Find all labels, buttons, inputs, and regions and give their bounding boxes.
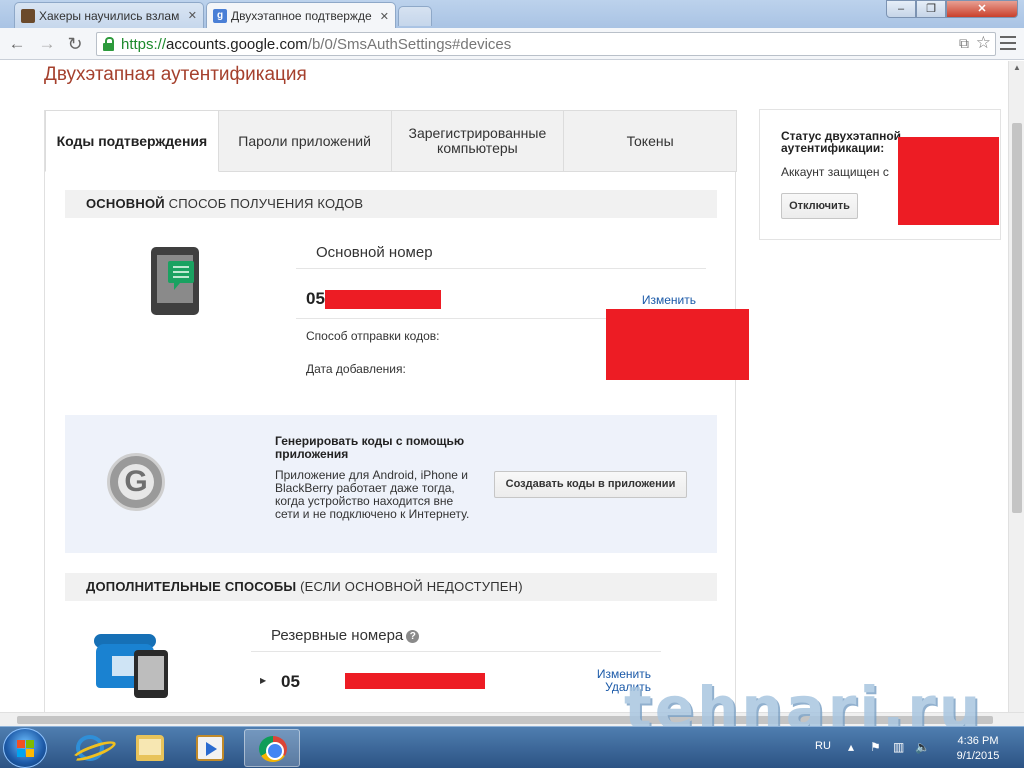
- help-icon[interactable]: ?: [406, 630, 420, 643]
- forward-arrow-icon[interactable]: →: [36, 33, 58, 55]
- tab-registered-computers[interactable]: Зарегистрированные компьютеры: [391, 110, 565, 172]
- divider: [296, 268, 706, 269]
- maximize-button[interactable]: ❐: [916, 0, 946, 18]
- sms-phone-icon: [151, 247, 199, 315]
- redaction-block: [898, 137, 999, 225]
- tab-app-passwords[interactable]: Пароли приложений: [218, 110, 392, 172]
- scroll-thumb[interactable]: [1012, 123, 1022, 513]
- close-tab-icon[interactable]: ✕: [380, 10, 389, 23]
- send-method-label: Способ отправки кодов:: [306, 329, 440, 343]
- tab-title: Хакеры научились взлам: [39, 8, 180, 23]
- scroll-up-icon[interactable]: ▲: [1009, 63, 1024, 72]
- disable-button[interactable]: Отключить: [781, 193, 858, 219]
- browser-tab-hackers[interactable]: Хакеры научились взлам ✕: [14, 2, 204, 28]
- backup-phone-icon: [94, 632, 174, 698]
- added-date-label: Дата добавления:: [306, 362, 406, 376]
- redaction-block: [325, 290, 441, 309]
- settings-panel: Коды подтверждения Пароли приложений Зар…: [44, 110, 749, 712]
- clock[interactable]: 4:36 PM 9/1/2015: [946, 734, 1010, 764]
- tab-verification-codes[interactable]: Коды подтверждения: [45, 110, 219, 172]
- browser-tab-strip: Хакеры научились взлам ✕ g Двухэтапное п…: [0, 0, 1024, 29]
- redaction-block: [606, 309, 749, 380]
- network-icon[interactable]: ▥: [893, 740, 904, 754]
- site-favicon-icon: [21, 8, 35, 23]
- tray-arrow-icon[interactable]: ▴: [848, 740, 854, 754]
- expand-arrow-icon[interactable]: ▶: [260, 676, 266, 685]
- page-content: Двухэтапная аутентификация Коды подтверж…: [0, 61, 1008, 712]
- volume-icon[interactable]: 🔈: [915, 740, 930, 754]
- settings-tabs: Коды подтверждения Пароли приложений Зар…: [45, 110, 737, 172]
- browser-toolbar: ← → ↻ https://accounts.google.com/b/0/Sm…: [0, 28, 1024, 60]
- start-button[interactable]: [3, 728, 47, 768]
- generator-description: Приложение для Android, iPhone и BlackBe…: [275, 468, 470, 521]
- chrome-icon[interactable]: [244, 729, 300, 767]
- chrome-menu-icon[interactable]: [1000, 36, 1016, 50]
- back-arrow-icon[interactable]: ←: [6, 33, 28, 55]
- tab-tokens[interactable]: Токены: [564, 110, 737, 172]
- backup-numbers-label: Резервные номера?: [271, 627, 420, 644]
- additional-methods-header: ДОПОЛНИТЕЛЬНЫЕ СПОСОБЫ (ЕСЛИ ОСНОВНОЙ НЕ…: [65, 573, 717, 601]
- action-center-icon[interactable]: ⚑: [870, 740, 881, 754]
- lock-icon: [102, 37, 115, 51]
- page-title: Двухэтапная аутентификация: [44, 64, 307, 85]
- tab-title: Двухэтапное подтвержде: [231, 9, 372, 23]
- primary-method-header: ОСНОВНОЙ СПОСОБ ПОЛУЧЕНИЯ КОДОВ: [65, 190, 717, 218]
- create-codes-in-app-button[interactable]: Создавать коды в приложении: [494, 471, 687, 498]
- two-step-status-card: Статус двухэтапной аутентификации: Аккау…: [759, 109, 1001, 240]
- media-player-icon[interactable]: [182, 729, 238, 767]
- authenticator-app-box: G Генерировать коды с помощью приложения…: [65, 415, 717, 553]
- url-text: https://accounts.google.com/b/0/SmsAuthS…: [121, 35, 512, 53]
- file-explorer-icon[interactable]: [122, 729, 178, 767]
- translate-icon[interactable]: ⧉: [959, 35, 969, 52]
- browser-tab-2fa[interactable]: g Двухэтапное подтвержде ✕: [206, 2, 396, 29]
- divider: [251, 651, 661, 652]
- redaction-block: [345, 673, 485, 689]
- close-window-button[interactable]: ✕: [946, 0, 1018, 18]
- primary-phone-number: 05: [306, 289, 325, 308]
- language-indicator[interactable]: RU: [815, 740, 831, 752]
- windows-taskbar: RU ▴ ⚑ ▥ 🔈 4:36 PM 9/1/2015: [0, 726, 1024, 768]
- backup-phone-number: 05: [281, 672, 300, 691]
- google-favicon-icon: g: [213, 9, 227, 23]
- change-primary-link[interactable]: Изменить: [642, 293, 696, 307]
- new-tab-button[interactable]: [398, 6, 432, 26]
- generator-title: Генерировать коды с помощью приложения: [275, 434, 465, 461]
- reload-icon[interactable]: ↻: [64, 33, 86, 55]
- status-text: Аккаунт защищен с: [781, 165, 889, 179]
- minimize-button[interactable]: –: [886, 0, 916, 18]
- close-tab-icon[interactable]: ✕: [188, 9, 197, 22]
- address-bar[interactable]: https://accounts.google.com/b/0/SmsAuthS…: [96, 32, 996, 56]
- primary-number-label: Основной номер: [316, 244, 433, 261]
- internet-explorer-icon[interactable]: [62, 729, 118, 767]
- google-authenticator-icon: G: [107, 453, 165, 511]
- bookmark-star-icon[interactable]: ☆: [976, 33, 991, 53]
- vertical-scrollbar[interactable]: ▲: [1008, 61, 1024, 712]
